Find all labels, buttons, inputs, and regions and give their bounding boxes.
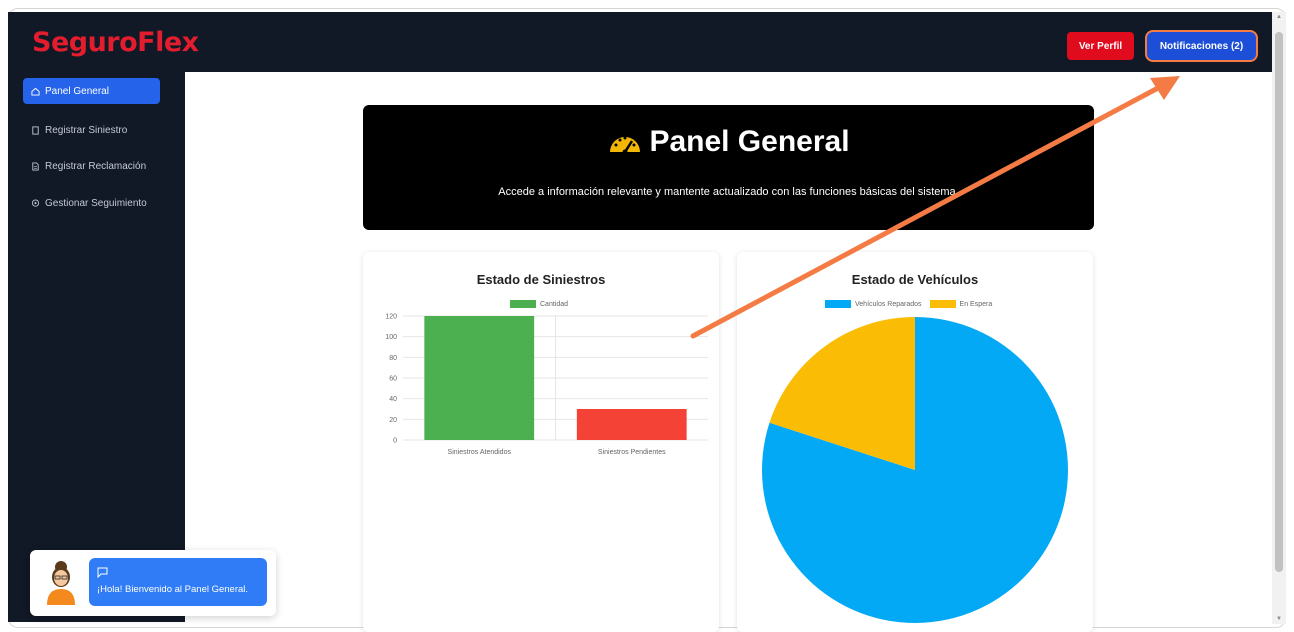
y-tick-label: 100 bbox=[385, 334, 397, 341]
y-tick-label: 80 bbox=[389, 355, 397, 362]
siniestros-chart-card: Estado de Siniestros Cantidad 0 20 40 60 80 1… bbox=[363, 252, 719, 632]
sidebar-item-registrar-reclamacion[interactable]: Registrar Reclamación bbox=[23, 153, 160, 179]
sidebar-item-label: Panel General bbox=[45, 85, 109, 97]
y-tick-label: 40 bbox=[389, 396, 397, 403]
notifications-button[interactable]: Notificaciones (2) bbox=[1145, 30, 1258, 62]
scroll-thumb[interactable] bbox=[1275, 32, 1283, 572]
page-scrollbar[interactable]: ▲ ▼ bbox=[1272, 12, 1286, 624]
x-tick-label: Siniestros Atendidos bbox=[448, 449, 512, 456]
y-tick-label: 120 bbox=[385, 314, 397, 321]
chat-widget[interactable]: ¡Hola! Bienvenido al Panel General. bbox=[30, 550, 276, 616]
chat-message-text: ¡Hola! Bienvenido al Panel General. bbox=[97, 584, 249, 595]
y-tick-label: 0 bbox=[393, 438, 397, 445]
ver-perfil-button[interactable]: Ver Perfil bbox=[1067, 32, 1134, 60]
sidebar-item-panel-general[interactable]: Panel General bbox=[23, 78, 160, 104]
location-pin-icon bbox=[31, 198, 40, 207]
home-icon bbox=[31, 87, 40, 96]
bar-chart-legend[interactable]: Cantidad bbox=[510, 300, 568, 308]
app-logo[interactable]: SeguroFlex bbox=[32, 27, 199, 58]
sidebar-item-label: Registrar Siniestro bbox=[45, 124, 128, 136]
legend-swatch-cantidad bbox=[510, 300, 536, 308]
legend-label-cantidad: Cantidad bbox=[540, 300, 569, 308]
bar-chart-title: Estado de Siniestros bbox=[476, 272, 606, 287]
page-subtitle: Accede a información relevante y mantent… bbox=[498, 186, 959, 198]
assistant-avatar bbox=[47, 561, 75, 605]
hero-banner: Panel General Accede a información relev… bbox=[363, 105, 1094, 230]
legend-label-reparados: Vehículos Reparados bbox=[855, 300, 922, 308]
vehiculos-chart-card: Estado de Vehículos Vehículos Reparados … bbox=[737, 252, 1093, 632]
sidebar: Panel General Registrar Siniestro Regist… bbox=[8, 72, 185, 622]
chat-message[interactable]: ¡Hola! Bienvenido al Panel General. bbox=[89, 558, 267, 606]
pie-chart bbox=[762, 317, 1068, 623]
chat-bubble-icon bbox=[97, 567, 108, 578]
scroll-up-arrow-icon[interactable]: ▲ bbox=[1275, 14, 1283, 20]
sidebar-item-label: Gestionar Seguimiento bbox=[45, 197, 147, 209]
sidebar-item-label: Registrar Reclamación bbox=[45, 160, 147, 172]
page-title: Panel General bbox=[363, 125, 1094, 159]
bar-siniestros-pendientes bbox=[576, 409, 687, 440]
legend-swatch-reparados bbox=[825, 300, 851, 308]
speedometer-icon bbox=[610, 136, 641, 155]
legend-swatch-en-espera bbox=[929, 300, 956, 308]
sidebar-item-registrar-siniestro[interactable]: Registrar Siniestro bbox=[23, 117, 160, 143]
file-text-icon bbox=[32, 161, 39, 171]
legend-label-en-espera: En Espera bbox=[959, 300, 993, 308]
pie-chart-legend[interactable]: Vehículos Reparados En Espera bbox=[825, 300, 992, 308]
bar-siniestros-atendidos bbox=[424, 316, 535, 440]
y-tick-label: 60 bbox=[389, 376, 397, 383]
x-tick-label: Siniestros Pendientes bbox=[598, 449, 666, 456]
y-tick-label: 20 bbox=[389, 417, 397, 424]
scroll-down-arrow-icon[interactable]: ▼ bbox=[1275, 616, 1283, 622]
sidebar-item-gestionar-seguimiento[interactable]: Gestionar Seguimiento bbox=[23, 190, 160, 216]
top-navbar: SeguroFlex Ver Perfil Notificaciones (2) bbox=[8, 12, 1272, 72]
pie-chart-title: Estado de Vehículos bbox=[851, 272, 979, 287]
bar-chart: 0 20 40 60 80 100 120 Siniestros Atendidos Sinie… bbox=[385, 314, 708, 456]
document-icon bbox=[32, 125, 39, 135]
